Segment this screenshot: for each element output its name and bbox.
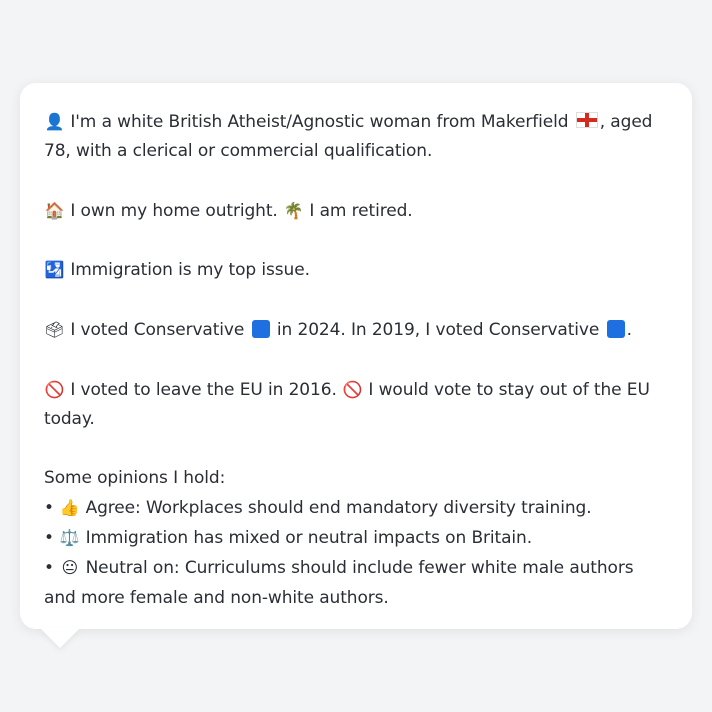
opinion-text: Immigration has mixed or neutral impacts…	[85, 528, 533, 549]
ballot-box-icon: 🗳	[44, 320, 65, 340]
scales-icon: ⚖️	[59, 528, 80, 548]
vote-text-2019: in 2024. In 2019, I voted Conservative	[276, 320, 600, 341]
passport-control-icon: 🛂	[44, 260, 65, 280]
blue-square-icon	[251, 320, 270, 339]
blue-square-icon	[606, 320, 625, 339]
vote-text-end: .	[626, 320, 632, 341]
person-icon: 👤	[44, 112, 65, 131]
home-paragraph: 🏠 I own my home outright. 🌴 I am retired…	[44, 196, 668, 226]
issue-paragraph: 🛂 Immigration is my top issue.	[44, 255, 668, 285]
intro-paragraph: 👤 I'm a white British Atheist/Agnostic w…	[44, 107, 668, 167]
home-text: I own my home outright.	[70, 200, 278, 221]
list-item: • 👍 Agree: Workplaces should end mandato…	[44, 493, 668, 523]
eu-2016-text: I voted to leave the EU in 2016.	[70, 379, 337, 400]
list-item: • 😐 Neutral on: Curriculums should inclu…	[44, 553, 668, 613]
house-icon: 🏠	[44, 200, 65, 220]
bubble-tail	[40, 628, 80, 648]
retired-text: I am retired.	[309, 200, 413, 221]
neutral-face-icon: 😐	[61, 558, 79, 578]
bullet-dot: •	[44, 497, 54, 518]
bullet-dot: •	[44, 558, 54, 579]
opinion-text: Agree: Workplaces should end mandatory d…	[85, 497, 592, 518]
opinions-paragraph: Some opinions I hold: • 👍 Agree: Workpla…	[44, 464, 668, 613]
vote-paragraph: 🗳 I voted Conservative in 2024. In 2019,…	[44, 315, 668, 345]
eu-paragraph: 🚫 I voted to leave the EU in 2016. 🚫 I w…	[44, 375, 668, 435]
prohibited-icon: 🚫	[44, 379, 65, 399]
prohibited-icon: 🚫	[342, 379, 363, 399]
england-flag-icon	[575, 112, 598, 128]
vote-text: I voted Conservative	[70, 320, 245, 341]
list-item: • ⚖️ Immigration has mixed or neutral im…	[44, 523, 668, 553]
bullet-dot: •	[44, 528, 54, 549]
opinions-heading: Some opinions I hold:	[44, 467, 226, 488]
message-bubble: 👤 I'm a white British Atheist/Agnostic w…	[20, 83, 692, 629]
palm-tree-icon: 🌴	[283, 200, 304, 220]
issue-text: Immigration is my top issue.	[70, 260, 310, 281]
intro-text: I'm a white British Atheist/Agnostic wom…	[70, 112, 569, 132]
thumbs-up-icon: 👍	[59, 497, 80, 517]
opinion-text: Neutral on: Curriculums should include f…	[44, 558, 634, 608]
